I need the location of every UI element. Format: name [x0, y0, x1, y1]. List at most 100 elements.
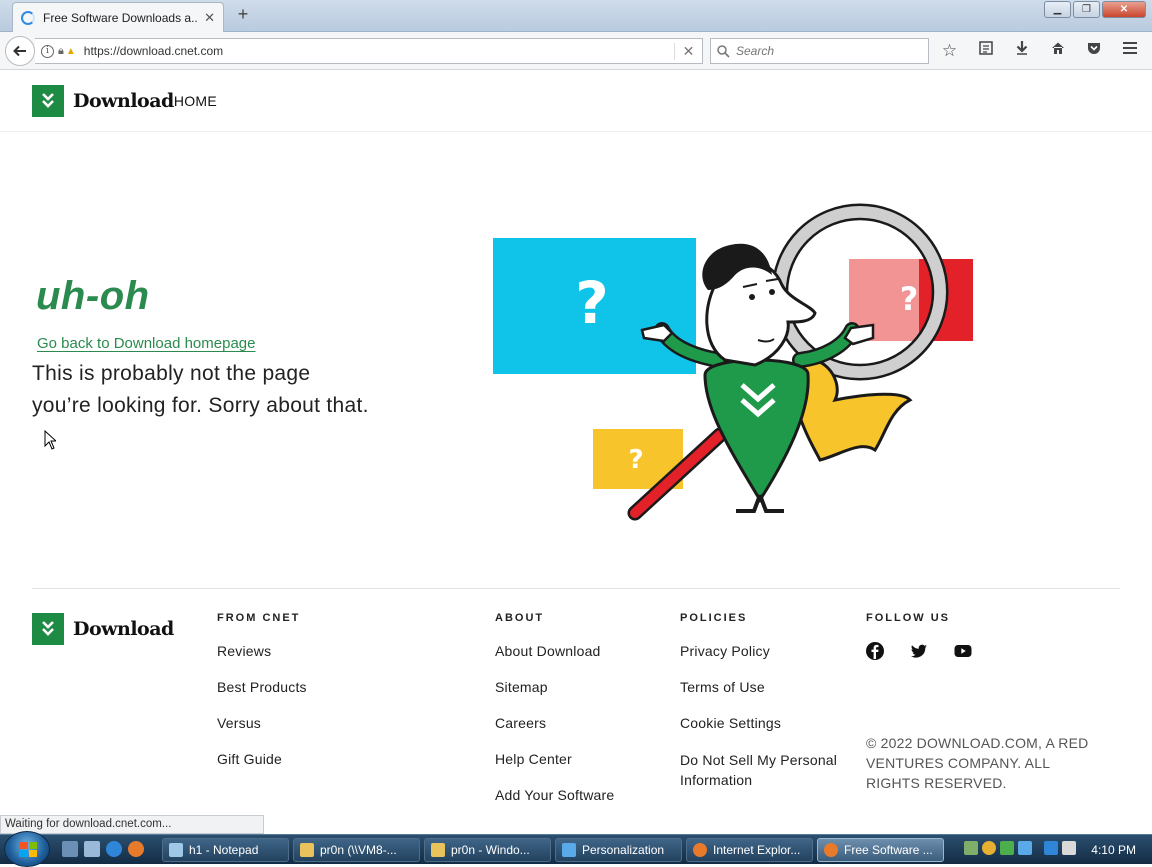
new-tab-button[interactable]: + [232, 4, 254, 25]
network-tray-icon[interactable] [964, 841, 978, 855]
copyright-text: © 2022 DOWNLOAD.COM, A RED VENTURES COMP… [866, 735, 1089, 791]
loading-spinner-icon [21, 10, 35, 25]
url-bar[interactable]: i 🔒︎ ▲ https://download.cnet.com ✕ [35, 38, 703, 64]
error-heading: uh-oh [36, 274, 150, 318]
footer-column-follow-us: FOLLOW US © 2022 DOWNLOAD.COM, A RED VEN… [866, 612, 1096, 793]
firefox-icon [824, 843, 838, 857]
taskbar-item-personalization[interactable]: Personalization [555, 838, 682, 862]
tab-close-icon[interactable]: ✕ [204, 10, 215, 26]
taskbar-item-pr0n-share[interactable]: pr0n (\\VM8-... [293, 838, 420, 862]
taskbar-item-notepad[interactable]: h1 - Notepad [162, 838, 289, 862]
youtube-icon[interactable] [954, 642, 972, 660]
browser-tab[interactable]: Free Software Downloads a... ✕ [12, 2, 224, 32]
info-icon[interactable]: i [41, 44, 54, 58]
window-controls: ▁ ❐ ✕ [1044, 1, 1146, 18]
lost-mascot-illustration: ? ? ? [493, 203, 973, 521]
footer-link-careers[interactable]: Careers [495, 714, 614, 732]
footer-column-title: ABOUT [495, 612, 545, 624]
windows-taskbar: h1 - Notepad pr0n (\\VM8-... pr0n - Wind… [0, 831, 1152, 867]
site-header: Download HOME [0, 71, 1152, 132]
search-icon [717, 44, 730, 58]
pocket-icon[interactable] [1082, 40, 1105, 62]
quick-launch [62, 841, 144, 857]
footer-link-help-center[interactable]: Help Center [495, 750, 614, 768]
twitter-icon[interactable] [910, 642, 928, 660]
taskbar-item-pr0n-explorer[interactable]: pr0n - Windo... [424, 838, 551, 862]
footer-link-about-download[interactable]: About Download [495, 642, 614, 660]
tab-title: Free Software Downloads a... [43, 10, 199, 25]
footer-column-policies: POLICIES Privacy Policy Terms of Use Coo… [680, 612, 845, 798]
footer-link-cookie-settings[interactable]: Cookie Settings [680, 714, 845, 732]
menu-icon[interactable] [1118, 40, 1141, 62]
switch-windows-icon[interactable] [84, 841, 100, 857]
safely-remove-tray-icon[interactable] [1000, 841, 1014, 855]
search-input[interactable] [736, 44, 916, 58]
logo-text: Download [73, 90, 174, 112]
folder-icon [431, 843, 445, 857]
stop-loading-icon[interactable]: ✕ [674, 42, 702, 60]
back-button[interactable] [5, 36, 35, 66]
footer-link-gift-guide[interactable]: Gift Guide [217, 750, 307, 768]
toolbar-icons: ☆ [938, 40, 1141, 62]
footer-link-reviews[interactable]: Reviews [217, 642, 307, 660]
footer-link-best-products[interactable]: Best Products [217, 678, 307, 696]
minimize-button[interactable]: ▁ [1044, 1, 1071, 18]
navigation-toolbar: i 🔒︎ ▲ https://download.cnet.com ✕ ☆ [0, 32, 1152, 70]
site-logo[interactable]: Download HOME [32, 85, 217, 117]
home-icon[interactable] [1046, 40, 1069, 62]
network-status-icon[interactable] [1044, 841, 1058, 855]
back-arrow-icon [13, 45, 26, 57]
browser-titlebar: Free Software Downloads a... ✕ + ▁ ❐ ✕ [0, 0, 1152, 32]
start-button[interactable] [4, 831, 50, 867]
system-tray [964, 841, 1076, 855]
footer-link-privacy-policy[interactable]: Privacy Policy [680, 642, 845, 660]
show-desktop-icon[interactable] [62, 841, 78, 857]
taskbar-item-internet-explorer[interactable]: Internet Explor... [686, 838, 813, 862]
folder-icon [300, 843, 314, 857]
footer-column-from-cnet: FROM CNET Reviews Best Products Versus G… [217, 612, 307, 786]
footer-divider [32, 588, 1120, 589]
footer-column-title: FROM CNET [217, 612, 301, 624]
footer-column-about: ABOUT About Download Sitemap Careers Hel… [495, 612, 614, 822]
footer-logo[interactable]: Download [32, 613, 174, 645]
reading-list-icon[interactable] [974, 40, 997, 62]
restore-button[interactable]: ❐ [1073, 1, 1100, 18]
footer-logo-text: Download [73, 618, 174, 640]
svg-text:?: ? [575, 269, 609, 337]
home-link[interactable]: HOME [174, 93, 217, 109]
footer-column-title: POLICIES [680, 612, 748, 624]
internet-explorer-icon[interactable] [106, 841, 122, 857]
volume-muted-icon[interactable] [1062, 841, 1076, 855]
search-bar[interactable] [710, 38, 929, 64]
footer-column-title: FOLLOW US [866, 612, 950, 624]
error-message: This is probably not the page you’re loo… [32, 362, 369, 417]
taskbar-item-firefox-active[interactable]: Free Software ... [817, 838, 944, 862]
taskbar-buttons: h1 - Notepad pr0n (\\VM8-... pr0n - Wind… [162, 838, 944, 862]
windows-logo-icon [19, 842, 37, 857]
firefox-icon[interactable] [128, 841, 144, 857]
personalization-icon [562, 843, 576, 857]
download-logo-icon [32, 613, 64, 645]
footer-link-sitemap[interactable]: Sitemap [495, 678, 614, 696]
footer-link-add-your-software[interactable]: Add Your Software [495, 786, 614, 804]
security-tray-icon[interactable] [982, 841, 996, 855]
svg-text:?: ? [628, 445, 643, 475]
vm-tools-tray-icon[interactable] [1018, 841, 1032, 855]
social-links [866, 642, 1096, 660]
bookmark-star-icon[interactable]: ☆ [938, 40, 961, 62]
url-text[interactable]: https://download.cnet.com [84, 44, 674, 58]
warning-icon: ▲ [65, 45, 76, 57]
footer-link-versus[interactable]: Versus [217, 714, 307, 732]
blue-question-card: ? [493, 238, 696, 374]
facebook-icon[interactable] [866, 642, 884, 660]
notepad-icon [169, 843, 183, 857]
taskbar-clock[interactable]: 4:10 PM [1091, 843, 1136, 857]
footer-link-terms-of-use[interactable]: Terms of Use [680, 678, 845, 696]
close-window-button[interactable]: ✕ [1102, 1, 1146, 18]
lock-icon: 🔒︎ [58, 44, 64, 57]
back-to-homepage-link[interactable]: Go back to Download homepage [37, 335, 255, 352]
download-icon[interactable] [1010, 40, 1033, 62]
footer-link-do-not-sell[interactable]: Do Not Sell My Personal Information [680, 750, 845, 790]
browser-status-bar: Waiting for download.cnet.com... [0, 815, 264, 834]
firefox-icon [693, 843, 707, 857]
